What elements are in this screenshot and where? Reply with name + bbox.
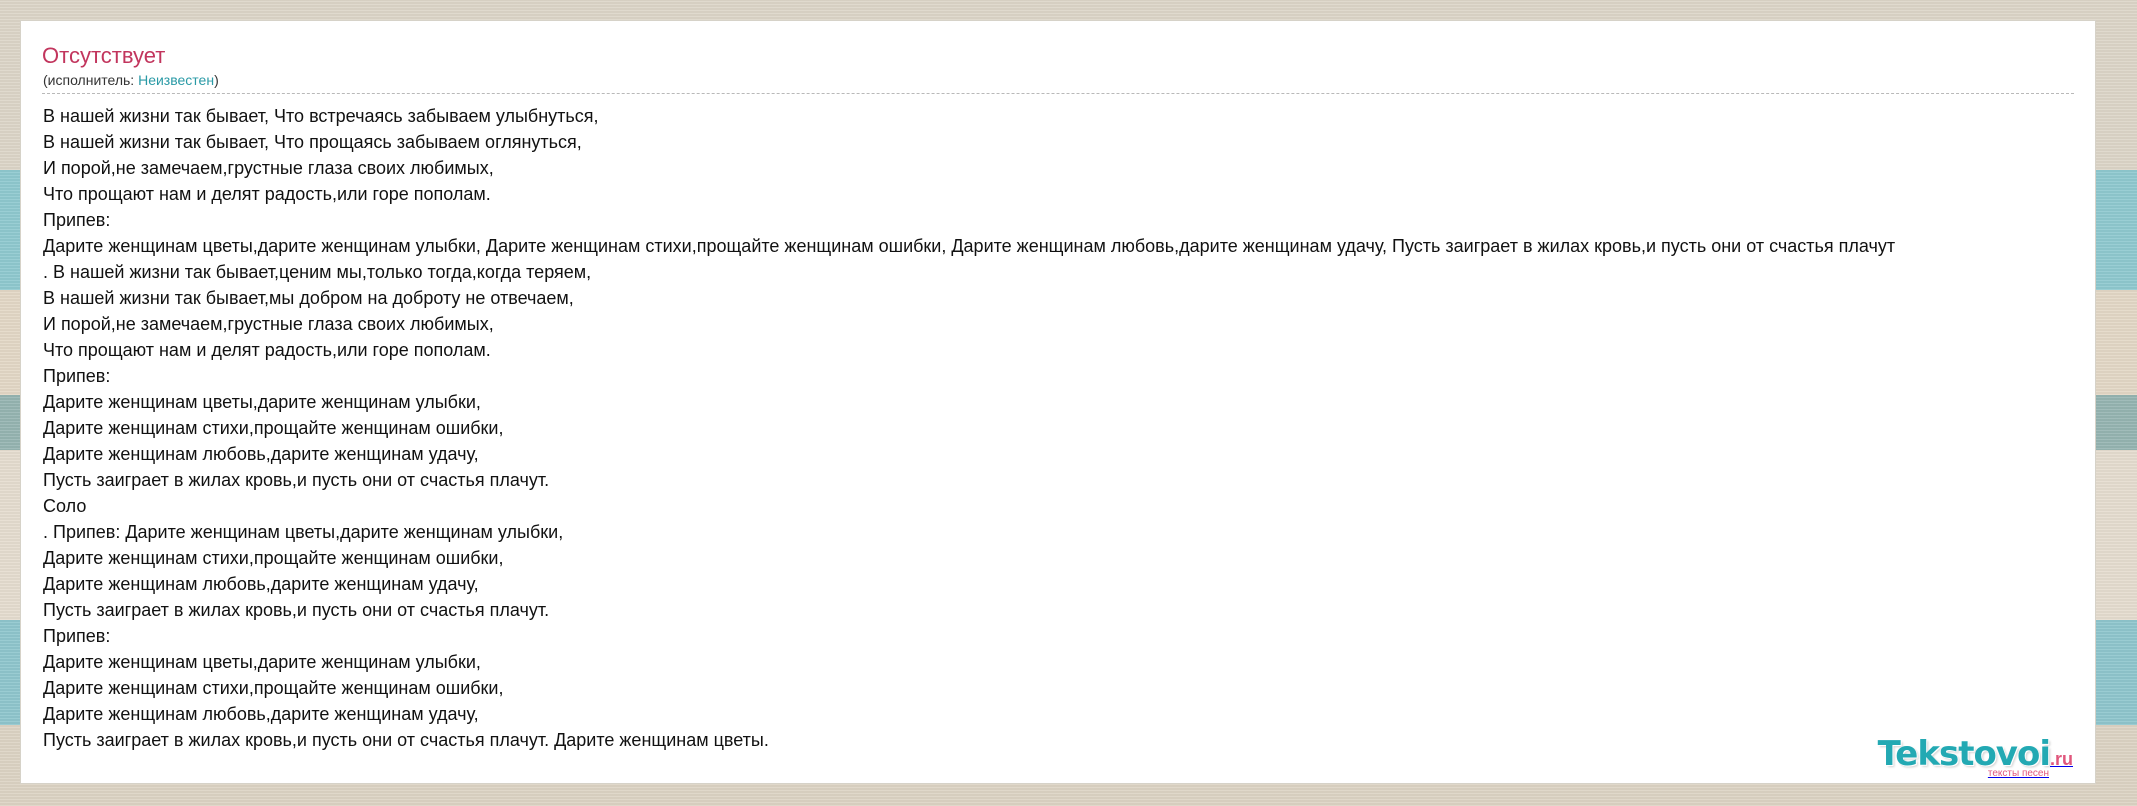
site-logo[interactable]: Tekstovoi.ru тексты песен xyxy=(1878,734,2073,779)
lyric-line: И порой,не замечаем,грустные глаза своих… xyxy=(43,314,494,334)
lyric-line: Дарите женщинам цветы,дарите женщинам ул… xyxy=(43,236,1896,256)
lyric-line: Пусть заиграет в жилах кровь,и пусть они… xyxy=(43,730,769,750)
lyrics-text: В нашей жизни так бывает, Что встречаясь… xyxy=(43,103,2095,753)
lyric-line: И порой,не замечаем,грустные глаза своих… xyxy=(43,158,494,178)
lyric-line: В нашей жизни так бывает,мы добром на до… xyxy=(43,288,574,308)
lyric-line: Дарите женщинам цветы,дарите женщинам ул… xyxy=(43,652,481,672)
lyric-line: Дарите женщинам любовь,дарите женщинам у… xyxy=(43,704,479,724)
lyric-line: Припев: xyxy=(43,210,111,230)
artist-suffix: ) xyxy=(214,72,219,88)
title-divider xyxy=(42,93,2074,94)
lyric-line: В нашей жизни так бывает, Что встречаясь… xyxy=(43,106,599,126)
song-title: Отсутствует xyxy=(42,43,166,68)
lyric-line: Пусть заиграет в жилах кровь,и пусть они… xyxy=(43,600,550,620)
lyric-line: Дарите женщинам стихи,прощайте женщинам … xyxy=(43,418,504,438)
lyric-line: В нашей жизни так бывает, Что прощаясь з… xyxy=(43,132,582,152)
lyric-line: Дарите женщинам стихи,прощайте женщинам … xyxy=(43,678,504,698)
lyric-line: Припев: xyxy=(43,626,111,646)
artist-link[interactable]: Неизвестен xyxy=(138,72,214,88)
lyric-line: Пусть заиграет в жилах кровь,и пусть они… xyxy=(43,470,550,490)
lyric-line: . Припев: Дарите женщинам цветы,дарите ж… xyxy=(43,522,564,542)
lyric-line: Что прощают нам и делят радость,или горе… xyxy=(43,184,491,204)
lyrics-panel: Отсутствует (исполнитель: Неизвестен) В … xyxy=(20,20,2096,784)
logo-tld: .ru xyxy=(2049,749,2073,769)
lyric-line: Что прощают нам и делят радость,или горе… xyxy=(43,340,491,360)
lyric-line: Соло xyxy=(43,496,87,516)
lyric-line: . В нашей жизни так бывает,ценим мы,толь… xyxy=(43,262,592,282)
lyric-line: Припев: xyxy=(43,366,111,386)
artist-prefix: (исполнитель: xyxy=(43,72,139,88)
lyric-line: Дарите женщинам цветы,дарите женщинам ул… xyxy=(43,392,481,412)
artist-line: (исполнитель: Неизвестен) xyxy=(43,72,219,88)
lyric-line: Дарите женщинам стихи,прощайте женщинам … xyxy=(43,548,504,568)
lyric-line: Дарите женщинам любовь,дарите женщинам у… xyxy=(43,574,479,594)
lyric-line: Дарите женщинам любовь,дарите женщинам у… xyxy=(43,444,479,464)
